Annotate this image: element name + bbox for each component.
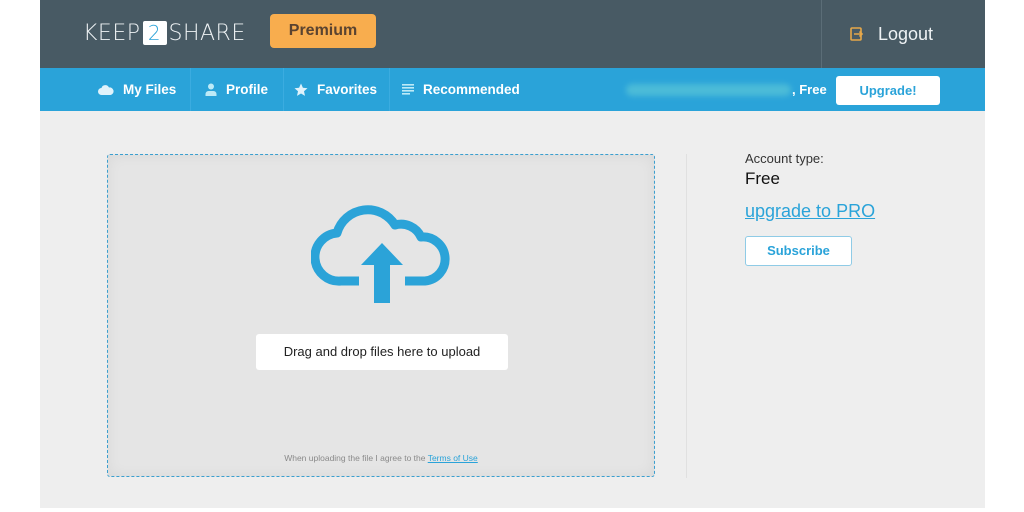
vertical-divider [686,154,687,478]
logout-label: Logout [878,23,934,44]
username-blurred [626,84,791,96]
user-plan-label: , Free [792,82,827,97]
upgrade-to-pro-link[interactable]: upgrade to PRO [745,201,875,222]
nav-divider [389,68,390,111]
nav-item-profile[interactable]: Profile [205,68,268,111]
logout-button[interactable]: Logout [821,0,986,68]
page: KEEP 2 SHARE Premium Logout My Files Pro… [40,0,985,508]
upload-dropzone[interactable]: Drag and drop files here to upload When … [107,154,655,477]
account-type-value: Free [745,169,780,188]
upgrade-button[interactable]: Upgrade! [836,76,940,105]
nav-item-label: My Files [123,82,177,97]
logo-text-left: KEEP [83,20,141,46]
nav-divider [190,68,191,111]
cloud-upload-icon [311,205,450,303]
top-header: KEEP 2 SHARE Premium Logout [40,0,985,68]
nav-bar: My Files Profile Favorites Recommended ,… [40,68,985,111]
terms-text: When uploading the file I agree to the [284,453,428,463]
logout-icon [850,27,864,41]
nav-item-recommended[interactable]: Recommended [402,68,520,111]
logo-text-middle: 2 [142,21,167,45]
cloud-icon [98,84,114,95]
nav-divider [283,68,284,111]
nav-item-label: Profile [226,82,269,97]
list-icon [402,84,414,95]
nav-item-label: Favorites [317,82,378,97]
user-icon [205,83,217,96]
star-icon [294,83,308,96]
drop-files-button[interactable]: Drag and drop files here to upload [256,334,508,370]
terms-of-use-link[interactable]: Terms of Use [428,453,478,463]
subscribe-button[interactable]: Subscribe [745,236,852,266]
nav-item-favorites[interactable]: Favorites [294,68,377,111]
premium-button[interactable]: Premium [270,14,376,48]
terms-notice: When uploading the file I agree to the T… [108,453,654,463]
keep2share-logo[interactable]: KEEP 2 SHARE [83,20,246,46]
account-type-label: Account type: [745,151,824,166]
nav-item-label: Recommended [423,82,520,97]
logo-text-right: SHARE [168,20,246,46]
nav-item-my-files[interactable]: My Files [98,68,176,111]
